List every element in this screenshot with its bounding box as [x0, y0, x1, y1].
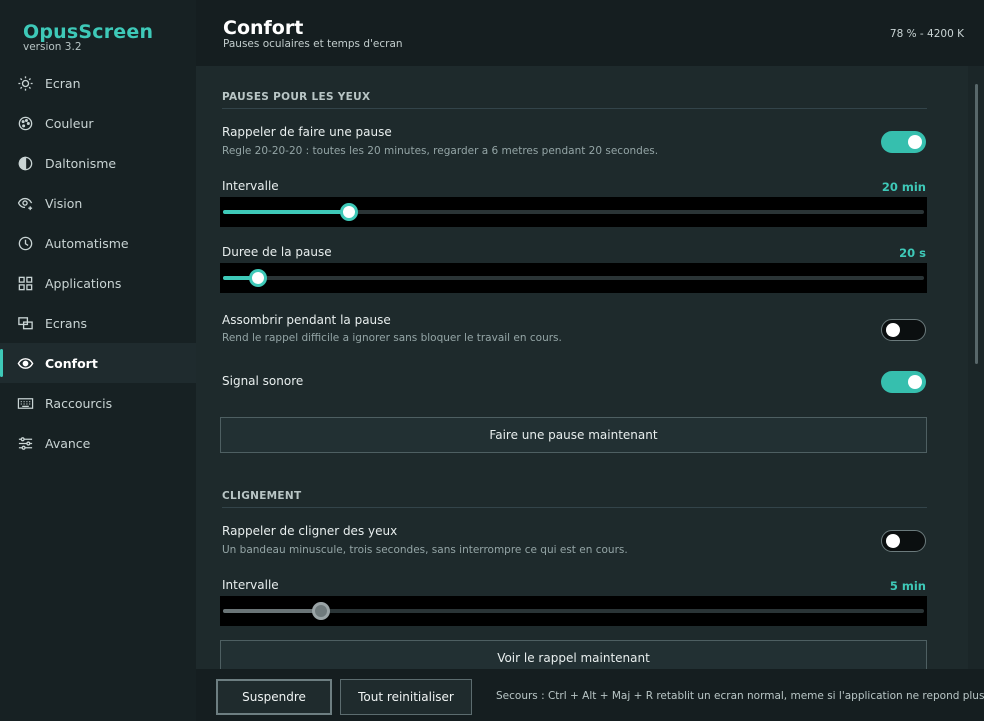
slider-thumb[interactable] [249, 269, 268, 287]
emergency-shortcut-note: Secours : Ctrl + Alt + Maj + R retablit … [496, 690, 984, 702]
show-blink-reminder-button[interactable]: Voir le rappel maintenant [220, 640, 927, 669]
remind-break-desc: Regle 20-20-20 : toutes les 20 minutes, … [222, 145, 659, 157]
sound-label: Signal sonore [222, 374, 304, 388]
remind-break-toggle[interactable] [881, 131, 926, 153]
sidebar-item-confort[interactable]: Confort [0, 343, 196, 383]
settings-panel: PAUSES POUR LES YEUX Rappeler de faire u… [196, 66, 968, 669]
page-header: Confort Pauses oculaires et temps d'ecra… [196, 0, 984, 66]
sound-toggle[interactable] [881, 371, 926, 393]
dim-desc: Rend le rappel difficile a ignorer sans … [222, 332, 562, 344]
toggle-knob [886, 323, 900, 337]
keyboard-icon [16, 394, 34, 412]
sidebar-item-label: Couleur [45, 115, 94, 131]
grid-icon [16, 274, 34, 292]
sliders-icon [16, 434, 34, 452]
sidebar-item-vision[interactable]: Vision [0, 183, 196, 223]
sidebar-item-avance[interactable]: Avance [0, 423, 196, 463]
sidebar-item-label: Automatisme [45, 235, 129, 251]
sidebar-item-label: Confort [45, 355, 98, 371]
break-interval-label: Intervalle [222, 179, 279, 193]
break-interval-value: 20 min [881, 180, 926, 194]
remind-blink-desc: Un bandeau minuscule, trois secondes, sa… [222, 544, 628, 556]
scrollbar-thumb[interactable] [975, 84, 978, 364]
monitors-icon [16, 314, 34, 332]
sidebar-item-daltonisme[interactable]: Daltonisme [0, 143, 196, 183]
dim-toggle[interactable] [881, 319, 926, 341]
sidebar-item-applications[interactable]: Applications [0, 263, 196, 303]
sidebar-item-label: Ecran [45, 75, 81, 91]
eye-icon [16, 354, 34, 372]
slider-thumb[interactable] [312, 602, 331, 620]
blink-interval-value: 5 min [889, 579, 926, 593]
break-duration-slider[interactable] [220, 263, 927, 293]
remind-break-label: Rappeler de faire une pause [222, 125, 392, 139]
section-title-blink: CLIGNEMENT [222, 490, 302, 502]
sidebar-item-label: Daltonisme [45, 155, 117, 171]
sidebar-item-ecrans[interactable]: Ecrans [0, 303, 196, 343]
sidebar-item-label: Raccourcis [45, 395, 113, 411]
blink-interval-slider[interactable] [220, 596, 927, 626]
sidebar-item-automatisme[interactable]: Automatisme [0, 223, 196, 263]
remind-blink-label: Rappeler de cligner des yeux [222, 524, 398, 538]
take-break-button[interactable]: Faire une pause maintenant [220, 417, 927, 453]
sidebar-item-label: Applications [45, 275, 122, 291]
remind-blink-toggle[interactable] [881, 530, 926, 552]
break-duration-value: 20 s [899, 246, 926, 260]
brand: OpusScreen version 3.2 [23, 20, 153, 54]
eye-plus-icon [16, 194, 34, 212]
sidebar-item-label: Ecrans [45, 315, 88, 331]
status-readout: 78 % - 4200 K [889, 28, 964, 40]
sidebar-item-couleur[interactable]: Couleur [0, 103, 196, 143]
sidebar-nav: Ecran Couleur Daltonisme Vision Automati… [0, 63, 196, 463]
slider-thumb[interactable] [340, 203, 359, 221]
toggle-knob [908, 375, 922, 389]
break-interval-slider[interactable] [220, 197, 927, 227]
sidebar-item-raccourcis[interactable]: Raccourcis [0, 383, 196, 423]
sun-icon [16, 74, 34, 92]
scrollbar[interactable] [968, 66, 984, 669]
slider-fill [223, 609, 322, 613]
dim-label: Assombrir pendant la pause [222, 313, 391, 327]
divider [222, 507, 927, 508]
sidebar-item-ecran[interactable]: Ecran [0, 63, 196, 103]
reset-all-button[interactable]: Tout reinitialiser [340, 679, 472, 715]
divider [222, 108, 927, 109]
toggle-knob [908, 135, 922, 149]
sidebar: OpusScreen version 3.2 Ecran Couleur Dal… [0, 0, 196, 721]
page-subtitle: Pauses oculaires et temps d'ecran [223, 38, 403, 50]
slider-fill [223, 210, 350, 214]
toggle-knob [886, 534, 900, 548]
break-duration-label: Duree de la pause [222, 245, 332, 259]
palette-icon [16, 114, 34, 132]
section-title-eye-breaks: PAUSES POUR LES YEUX [222, 91, 371, 103]
blink-interval-label: Intervalle [222, 578, 279, 592]
sidebar-item-label: Avance [45, 435, 91, 451]
slider-track [223, 276, 924, 280]
half-circle-icon [16, 154, 34, 172]
sidebar-item-label: Vision [45, 195, 83, 211]
page-title: Confort [223, 17, 304, 39]
footer: Suspendre Tout reinitialiser Secours : C… [196, 669, 984, 721]
suspend-button[interactable]: Suspendre [216, 679, 332, 715]
clock-icon [16, 234, 34, 252]
